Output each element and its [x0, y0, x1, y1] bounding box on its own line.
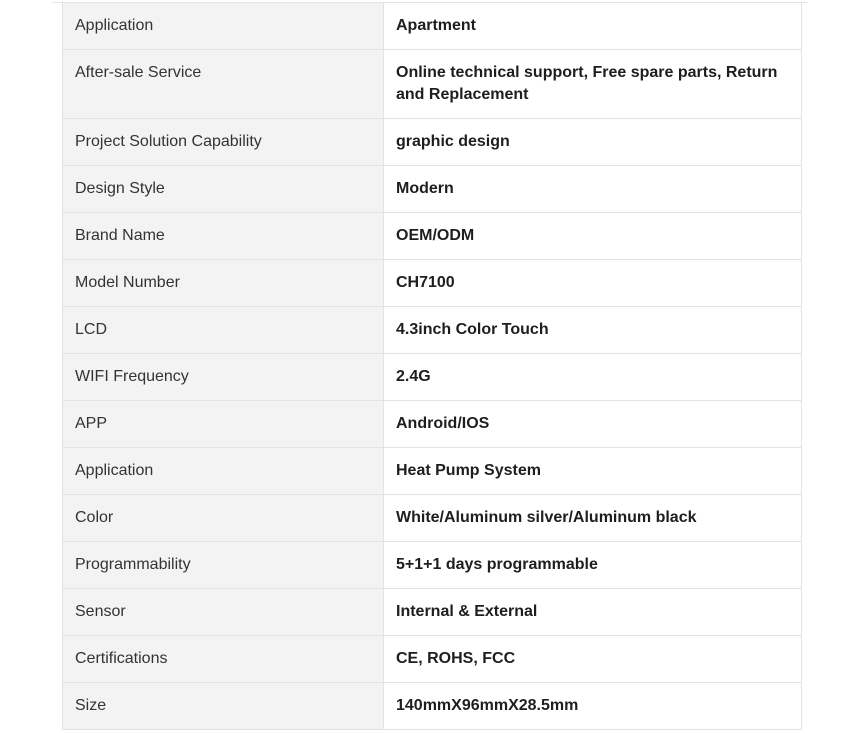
spec-table: Application Apartment After-sale Service… — [62, 2, 802, 730]
table-row: LCD 4.3inch Color Touch — [62, 306, 802, 354]
spec-value: Internal & External — [383, 588, 802, 636]
spec-key: WIFI Frequency — [62, 353, 384, 401]
table-row: Brand Name OEM/ODM — [62, 212, 802, 260]
spec-value: 5+1+1 days programmable — [383, 541, 802, 589]
spec-key: Size — [62, 682, 384, 730]
table-row: APP Android/IOS — [62, 400, 802, 448]
spec-value: 2.4G — [383, 353, 802, 401]
table-row: Model Number CH7100 — [62, 259, 802, 307]
table-row: Application Apartment — [62, 2, 802, 50]
spec-value: CH7100 — [383, 259, 802, 307]
spec-value: OEM/ODM — [383, 212, 802, 260]
spec-key: After-sale Service — [62, 49, 384, 119]
table-row: Color White/Aluminum silver/Aluminum bla… — [62, 494, 802, 542]
spec-key: Project Solution Capability — [62, 118, 384, 166]
spec-value: 4.3inch Color Touch — [383, 306, 802, 354]
spec-key: Application — [62, 447, 384, 495]
spec-value: Heat Pump System — [383, 447, 802, 495]
spec-key: LCD — [62, 306, 384, 354]
spec-value: White/Aluminum silver/Aluminum black — [383, 494, 802, 542]
table-row: Programmability 5+1+1 days programmable — [62, 541, 802, 589]
spec-value: Apartment — [383, 2, 802, 50]
spec-key: Design Style — [62, 165, 384, 213]
table-row: Certifications CE, ROHS, FCC — [62, 635, 802, 683]
table-row: Sensor Internal & External — [62, 588, 802, 636]
table-row: Design Style Modern — [62, 165, 802, 213]
spec-value: Modern — [383, 165, 802, 213]
spec-key: Application — [62, 2, 384, 50]
spec-table-container: Application Apartment After-sale Service… — [62, 2, 802, 730]
spec-key: Sensor — [62, 588, 384, 636]
table-row: Project Solution Capability graphic desi… — [62, 118, 802, 166]
spec-key: Certifications — [62, 635, 384, 683]
spec-key: Brand Name — [62, 212, 384, 260]
spec-key: Model Number — [62, 259, 384, 307]
spec-value: Android/IOS — [383, 400, 802, 448]
table-row: Size 140mmX96mmX28.5mm — [62, 682, 802, 730]
spec-value: Online technical support, Free spare par… — [383, 49, 802, 119]
table-row: WIFI Frequency 2.4G — [62, 353, 802, 401]
spec-key: Programmability — [62, 541, 384, 589]
table-row: Application Heat Pump System — [62, 447, 802, 495]
spec-value: graphic design — [383, 118, 802, 166]
spec-value: 140mmX96mmX28.5mm — [383, 682, 802, 730]
table-row: After-sale Service Online technical supp… — [62, 49, 802, 119]
spec-value: CE, ROHS, FCC — [383, 635, 802, 683]
spec-key: APP — [62, 400, 384, 448]
spec-key: Color — [62, 494, 384, 542]
